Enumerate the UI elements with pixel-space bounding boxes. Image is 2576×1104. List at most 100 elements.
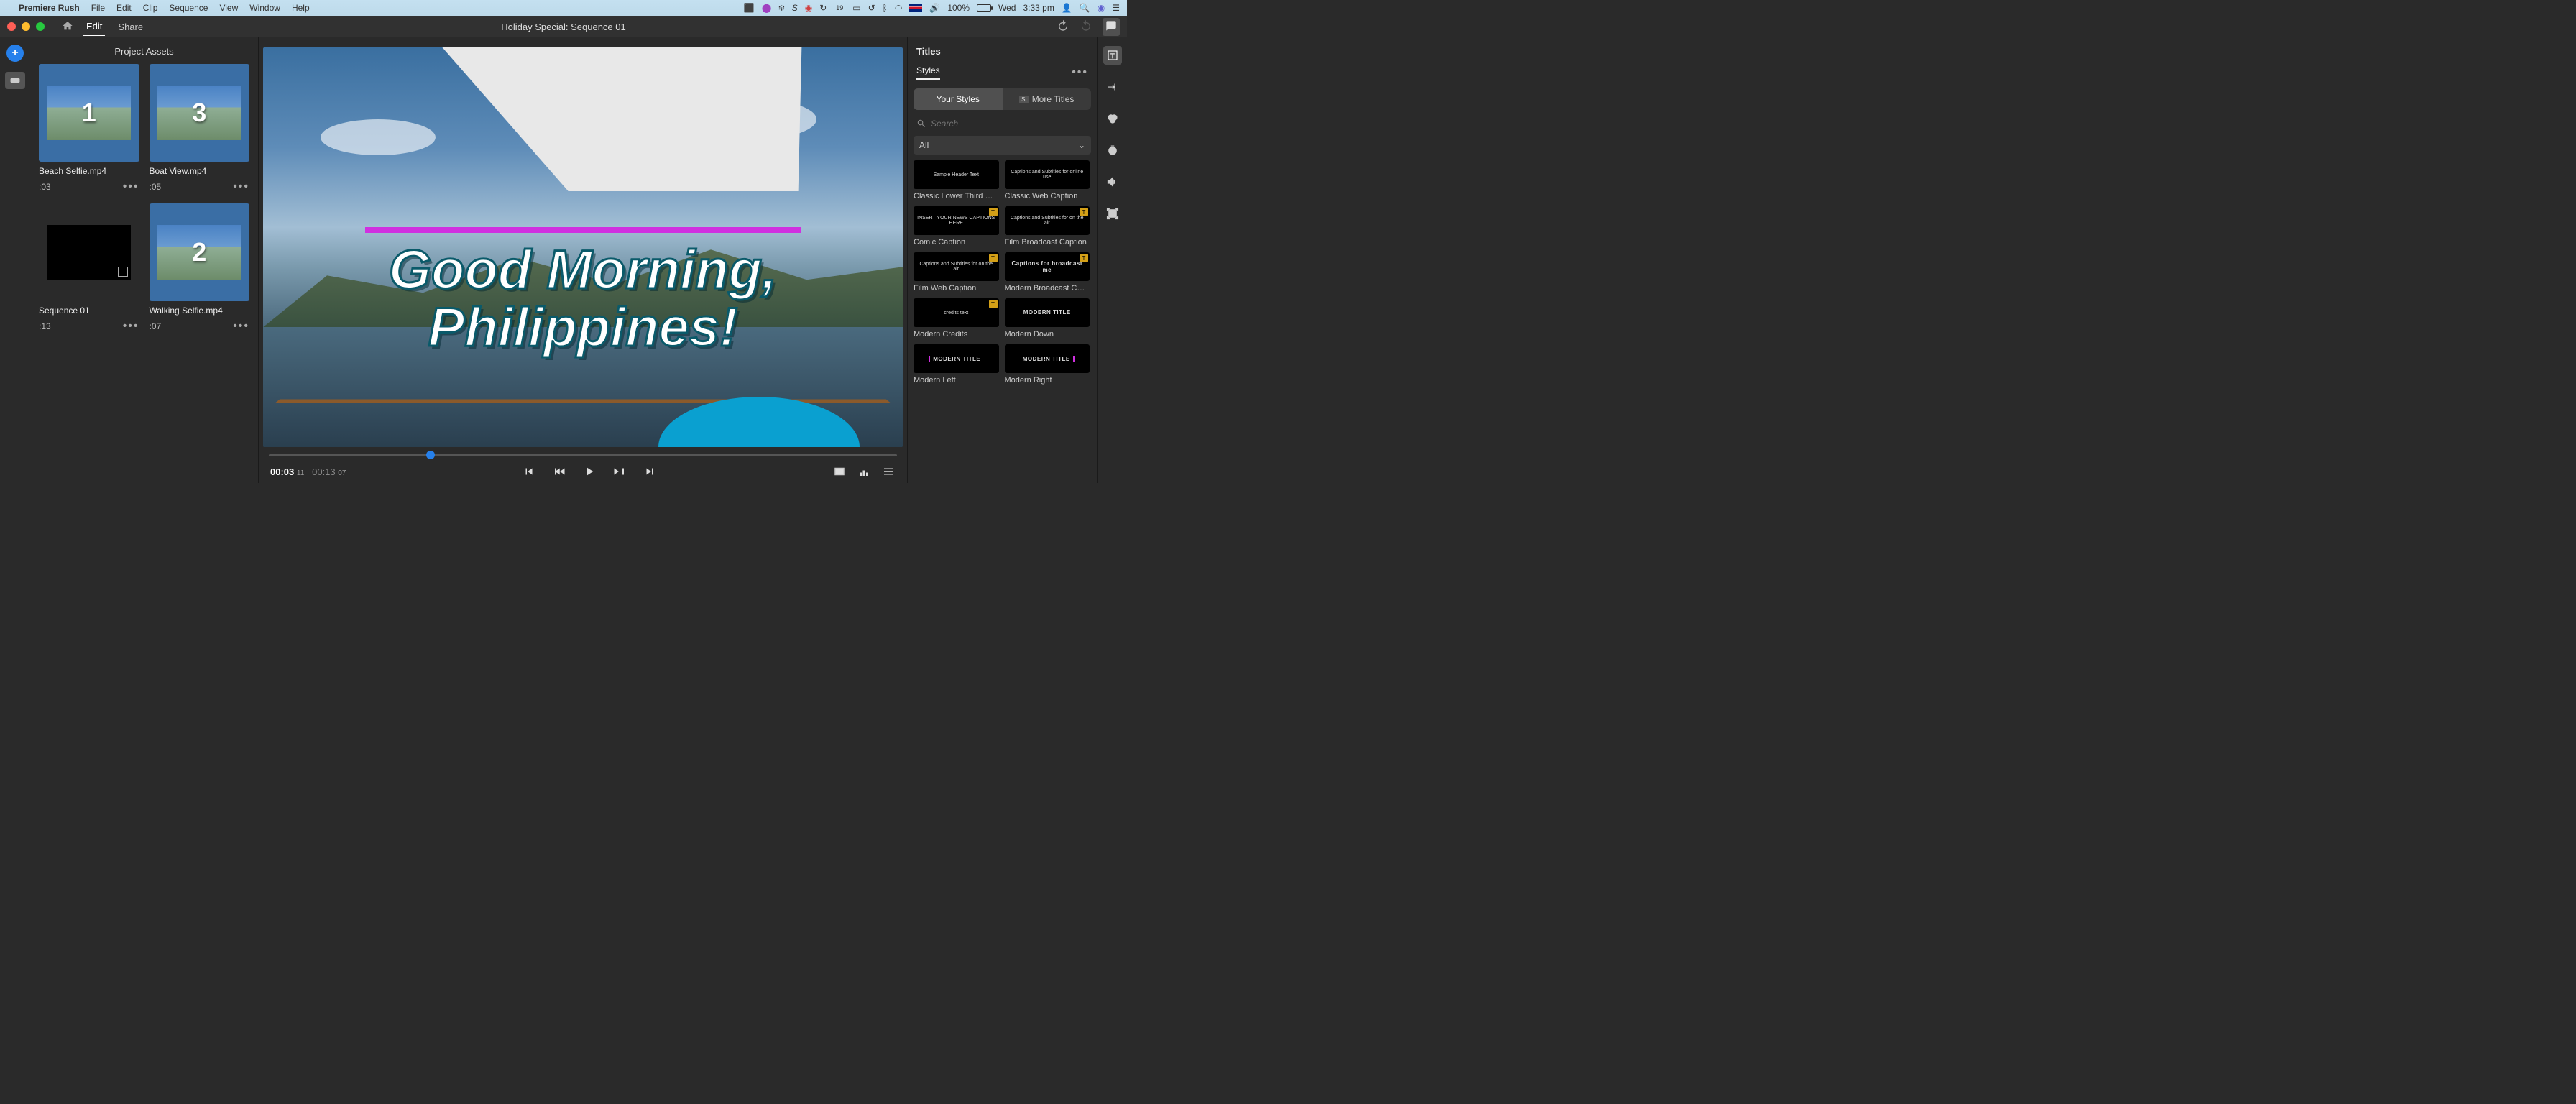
- timeline-options[interactable]: [881, 464, 896, 479]
- title-preset-name: Modern Left: [914, 376, 999, 385]
- creative-cloud-icon[interactable]: ↻: [819, 3, 827, 13]
- transitions-tool[interactable]: [1103, 78, 1122, 96]
- audio-tool[interactable]: [1103, 172, 1122, 191]
- app-name[interactable]: Premiere Rush: [19, 3, 80, 13]
- step-forward[interactable]: [612, 464, 627, 479]
- siri-icon[interactable]: ◉: [1098, 3, 1105, 13]
- time-machine-icon[interactable]: ↺: [868, 3, 875, 13]
- spotlight-icon[interactable]: 🔍: [1080, 3, 1090, 13]
- asset-thumbnail[interactable]: 1: [39, 64, 139, 162]
- search-input[interactable]: [931, 119, 1088, 129]
- more-titles-tab[interactable]: St More Titles: [1003, 88, 1092, 110]
- asset-thumbnail[interactable]: 3: [150, 64, 250, 162]
- speed-tool[interactable]: [1103, 141, 1122, 160]
- status-icon-1[interactable]: ⬤: [762, 3, 771, 13]
- calendar-icon[interactable]: 19: [834, 4, 845, 12]
- status-icon-3[interactable]: S: [792, 3, 798, 13]
- menu-help[interactable]: Help: [292, 3, 310, 13]
- expand-timeline-button[interactable]: [857, 464, 871, 479]
- asset-thumbnail[interactable]: 2: [150, 203, 250, 301]
- step-back[interactable]: [552, 464, 566, 479]
- playhead[interactable]: [426, 451, 435, 459]
- title-preset-thumb[interactable]: INSERT YOUR NEWS CAPTIONS HERET: [914, 206, 999, 235]
- control-center-icon[interactable]: ☰: [1112, 3, 1120, 13]
- title-preset-thumb[interactable]: credits textT: [914, 298, 999, 327]
- titles-tool[interactable]: T: [1103, 46, 1122, 65]
- zoom-window[interactable]: [36, 22, 45, 31]
- go-to-end[interactable]: [643, 464, 657, 479]
- mode-share[interactable]: Share: [115, 19, 146, 35]
- title-preset-thumb[interactable]: Captions and Subtitles for online use: [1005, 160, 1090, 189]
- titles-search[interactable]: [914, 114, 1091, 133]
- mode-edit[interactable]: Edit: [83, 18, 105, 36]
- title-overlay-text[interactable]: Good Morning,Philippines!: [263, 242, 903, 356]
- title-preset-thumb[interactable]: MODERN TITLE: [1005, 344, 1090, 373]
- asset-options[interactable]: •••: [233, 180, 249, 193]
- panel-options[interactable]: •••: [1072, 66, 1088, 79]
- title-preset[interactable]: MODERN TITLE Modern Left: [914, 344, 999, 385]
- title-preset[interactable]: credits textT Modern Credits: [914, 298, 999, 339]
- project-assets-toggle[interactable]: [5, 72, 25, 89]
- volume-icon[interactable]: 🔊: [929, 3, 940, 13]
- title-preset-name: Modern Credits: [914, 330, 999, 339]
- play-button[interactable]: [582, 464, 597, 479]
- menu-window[interactable]: Window: [249, 3, 280, 13]
- title-preset-thumb[interactable]: MODERN TITLE: [914, 344, 999, 373]
- titles-heading: Titles: [914, 45, 1091, 65]
- status-icon-2[interactable]: ፨: [778, 3, 784, 14]
- title-preset-thumb[interactable]: Sample Header Text: [914, 160, 999, 189]
- title-preset[interactable]: Captions and Subtitles for on the airTFi…: [914, 252, 999, 293]
- title-preset[interactable]: Sample Header TextClassic Lower Third …: [914, 160, 999, 201]
- title-preset[interactable]: Captions and Subtitles for online useCla…: [1005, 160, 1090, 201]
- filter-select[interactable]: All ⌄: [914, 136, 1091, 155]
- user-icon[interactable]: 👤: [1062, 3, 1072, 13]
- title-preset-thumb[interactable]: Captions and Subtitles for on the airT: [1005, 206, 1090, 235]
- wifi-icon[interactable]: ◠: [895, 3, 902, 13]
- title-preset[interactable]: INSERT YOUR NEWS CAPTIONS HERET Comic Cap…: [914, 206, 999, 247]
- title-preset-thumb[interactable]: Captions for broadcast meT: [1005, 252, 1090, 281]
- minimize-window[interactable]: [22, 22, 30, 31]
- title-preset[interactable]: MODERN TITLEModern Down: [1005, 298, 1090, 339]
- asset-options[interactable]: •••: [233, 320, 249, 333]
- asset-options[interactable]: •••: [123, 320, 139, 333]
- title-preset-name: Comic Caption: [914, 238, 999, 247]
- menu-edit[interactable]: Edit: [116, 3, 132, 13]
- styles-tab[interactable]: Styles: [916, 65, 940, 80]
- asset-item[interactable]: 3Boat View.mp4:05•••: [150, 64, 250, 193]
- title-preset-thumb[interactable]: MODERN TITLE: [1005, 298, 1090, 327]
- close-window[interactable]: [7, 22, 16, 31]
- redo-button[interactable]: [1080, 19, 1092, 34]
- menu-clip[interactable]: Clip: [143, 3, 158, 13]
- fullscreen-button[interactable]: [832, 464, 847, 479]
- go-to-start[interactable]: [522, 464, 536, 479]
- asset-item[interactable]: Sequence 01:13•••: [39, 203, 139, 333]
- menu-view[interactable]: View: [219, 3, 238, 13]
- title-preset[interactable]: Captions and Subtitles for on the airTFi…: [1005, 206, 1090, 247]
- preview-bg: [263, 354, 903, 447]
- your-styles-tab[interactable]: Your Styles: [914, 88, 1003, 110]
- asset-item[interactable]: 2Walking Selfie.mp4:07•••: [150, 203, 250, 333]
- input-language-flag[interactable]: [909, 4, 922, 12]
- battery-icon[interactable]: [977, 4, 991, 12]
- left-tool-rail: +: [0, 37, 30, 483]
- asset-thumbnail[interactable]: [39, 203, 139, 301]
- home-button[interactable]: [62, 20, 73, 34]
- title-preset[interactable]: Captions for broadcast meTModern Broadca…: [1005, 252, 1090, 293]
- color-tool[interactable]: [1103, 109, 1122, 128]
- dropbox-icon[interactable]: ⬛: [744, 3, 755, 13]
- menu-sequence[interactable]: Sequence: [169, 3, 208, 13]
- comment-button[interactable]: [1103, 18, 1120, 36]
- add-media-button[interactable]: +: [6, 45, 24, 62]
- scrubber[interactable]: [269, 450, 897, 461]
- transform-tool[interactable]: [1103, 204, 1122, 223]
- bluetooth-icon[interactable]: ᛒ: [883, 3, 888, 13]
- airplay-icon[interactable]: ▭: [852, 3, 860, 13]
- title-preset[interactable]: MODERN TITLEModern Right: [1005, 344, 1090, 385]
- title-preset-thumb[interactable]: Captions and Subtitles for on the airT: [914, 252, 999, 281]
- undo-button[interactable]: [1057, 19, 1070, 34]
- menu-file[interactable]: File: [91, 3, 105, 13]
- asset-options[interactable]: •••: [123, 180, 139, 193]
- asset-item[interactable]: 1Beach Selfie.mp4:03•••: [39, 64, 139, 193]
- status-icon-4[interactable]: ◉: [805, 3, 812, 13]
- video-preview[interactable]: Good Morning,Philippines!: [263, 47, 903, 447]
